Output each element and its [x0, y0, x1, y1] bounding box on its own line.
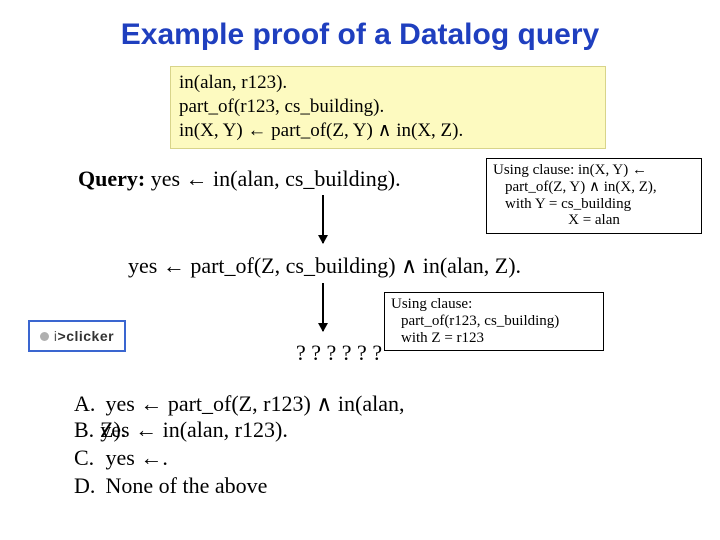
query-line: Query: yes ← in(alan, cs_building). [78, 166, 401, 192]
note-box-2: Using clause: part_of(r123, cs_building)… [384, 292, 604, 351]
answer-d-label: D. [74, 472, 100, 500]
fact-line-1: in(alan, r123). [179, 71, 597, 95]
answer-a-label: A. [74, 390, 100, 418]
fact-line-2: part_of(r123, cs_building). [179, 95, 597, 119]
note1-l4: X = alan [493, 212, 695, 229]
answer-d-text: None of the above [106, 473, 268, 498]
answer-c-text: yes ←. [106, 445, 168, 470]
answer-b: B.Z).yes ← in(alan, r123). [74, 416, 404, 444]
dot-icon [40, 332, 49, 341]
answer-choices: A. yes ← part_of(Z, r123) ∧ in(alan, B.Z… [74, 390, 404, 501]
query-text: yes ← in(alan, cs_building). [145, 166, 400, 191]
arrow-down-icon [322, 283, 324, 331]
note1-l2: part_of(Z, Y) ∧ in(X, Z), [493, 179, 695, 196]
arrow-down-icon [322, 195, 324, 243]
answer-b-label: B. [74, 416, 100, 444]
note-box-1: Using clause: in(X, Y) ← part_of(Z, Y) ∧… [486, 158, 702, 234]
derivation-step-2: yes ← part_of(Z, cs_building) ∧ in(alan,… [128, 253, 521, 279]
answer-b-text: yes ← in(alan, r123). [100, 417, 288, 442]
query-label: Query: [78, 166, 145, 191]
note2-l3: with Z = r123 [391, 330, 597, 347]
note2-l1: Using clause: [391, 296, 597, 313]
answer-a-text: yes ← part_of(Z, r123) ∧ in(alan, [106, 391, 405, 416]
answer-a-tail: Z). [100, 417, 126, 442]
answer-d: D. None of the above [74, 472, 404, 500]
note1-l3: with Y = cs_building [493, 196, 695, 213]
answer-c: C. yes ←. [74, 444, 404, 472]
iclicker-logo: i>clicker [28, 320, 126, 352]
fact-line-3: in(X, Y) ← part_of(Z, Y) ∧ in(X, Z). [179, 119, 597, 143]
question-marks: ? ? ? ? ? ? [296, 340, 382, 366]
answer-a: A. yes ← part_of(Z, r123) ∧ in(alan, [74, 390, 404, 418]
note1-l1: Using clause: in(X, Y) ← [493, 162, 695, 179]
iclicker-bold: >clicker [58, 328, 115, 344]
facts-box: in(alan, r123). part_of(r123, cs_buildin… [170, 66, 606, 149]
answer-c-label: C. [74, 444, 100, 472]
note2-l2: part_of(r123, cs_building) [391, 313, 597, 330]
slide-title: Example proof of a Datalog query [0, 0, 720, 52]
